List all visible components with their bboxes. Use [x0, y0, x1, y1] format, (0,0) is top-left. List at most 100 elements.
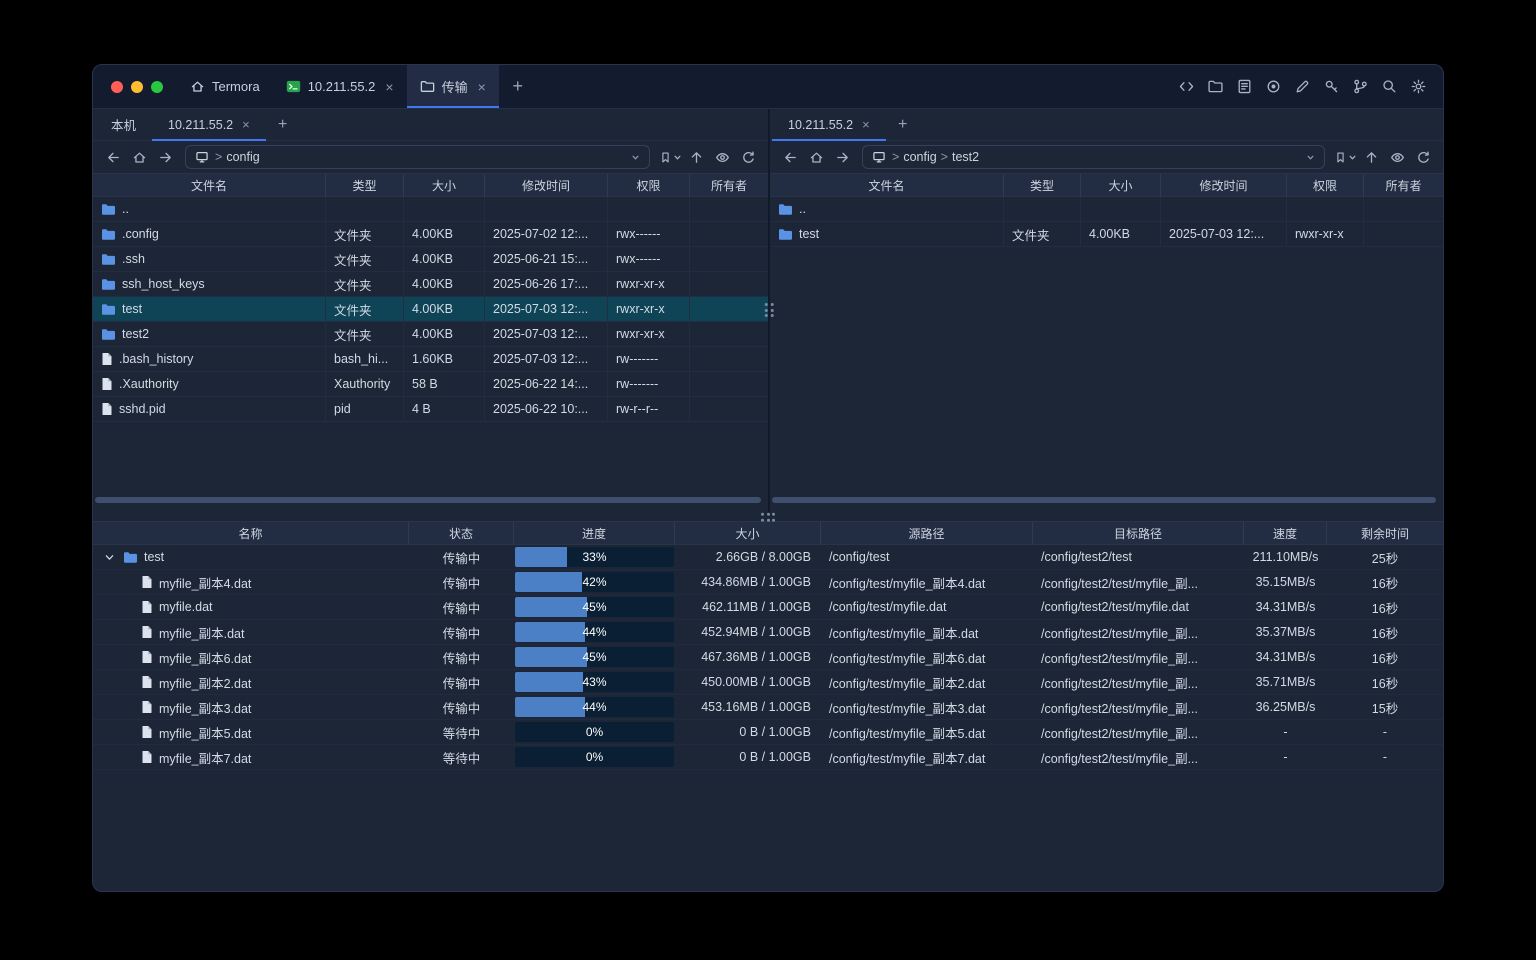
column-header[interactable]: 修改时间 [1161, 174, 1287, 196]
minimize-window-button[interactable] [131, 81, 143, 93]
chevron-down-icon[interactable] [101, 552, 117, 563]
file-row-test2[interactable]: test2文件夹4.00KB2025-07-03 12:...rwxr-xr-x [93, 322, 768, 347]
folder-icon[interactable] [1202, 74, 1228, 100]
column-header[interactable]: 文件名 [770, 174, 1004, 196]
file-row-..[interactable]: .. [770, 197, 1443, 222]
column-header[interactable]: 速度 [1244, 522, 1327, 544]
file-row-.ssh[interactable]: .ssh文件夹4.00KB2025-06-21 15:...rwx------ [93, 247, 768, 272]
close-icon[interactable]: × [385, 80, 393, 94]
file-type: 文件夹 [326, 247, 404, 271]
forward-button[interactable] [830, 145, 854, 169]
file-row-.Xauthority[interactable]: .XauthorityXauthority58 B2025-06-22 14:.… [93, 372, 768, 397]
branch-icon[interactable] [1347, 74, 1373, 100]
tab-termora[interactable]: Termora [177, 65, 273, 108]
breadcrumb-item[interactable]: config [226, 150, 259, 164]
column-header[interactable]: 大小 [1081, 174, 1161, 196]
panel-tab-本机[interactable]: 本机 [95, 109, 152, 140]
transfer-row-myfile.dat[interactable]: myfile.dat传输中45%462.11MB / 1.00GB/config… [93, 595, 1443, 620]
column-header[interactable]: 源路径 [821, 522, 1033, 544]
column-header[interactable]: 进度 [514, 522, 675, 544]
column-header[interactable]: 所有者 [690, 174, 768, 196]
up-directory-button[interactable] [684, 145, 708, 169]
file-type: Xauthority [326, 372, 404, 396]
home-button[interactable] [804, 145, 828, 169]
file-row-sshd.pid[interactable]: sshd.pidpid4 B2025-06-22 10:...rw-r--r-- [93, 397, 768, 422]
path-bar[interactable]: >config [185, 145, 650, 169]
chevron-down-icon[interactable] [631, 153, 640, 162]
progress-label: 44% [515, 622, 674, 642]
up-directory-button[interactable] [1359, 145, 1383, 169]
bookmark-button[interactable] [658, 145, 682, 169]
file-row-test[interactable]: test文件夹4.00KB2025-07-03 12:...rwxr-xr-x [93, 297, 768, 322]
column-header[interactable]: 文件名 [93, 174, 326, 196]
transfers-splitter[interactable] [93, 513, 1443, 521]
file-row-.config[interactable]: .config文件夹4.00KB2025-07-02 12:...rwx----… [93, 222, 768, 247]
zoom-window-button[interactable] [151, 81, 163, 93]
panel-tab-10.211.55.2[interactable]: 10.211.55.2× [772, 109, 886, 140]
close-icon[interactable]: × [862, 118, 870, 131]
breadcrumb-item[interactable]: config [903, 150, 936, 164]
transfer-row-myfile_副本3.dat[interactable]: myfile_副本3.dat传输中44%453.16MB / 1.00GB/co… [93, 695, 1443, 720]
file-row-..[interactable]: .. [93, 197, 768, 222]
panel-tab-10.211.55.2[interactable]: 10.211.55.2× [152, 109, 266, 140]
close-window-button[interactable] [111, 81, 123, 93]
transfer-name: myfile_副本6.dat [159, 648, 251, 667]
file-row-ssh_host_keys[interactable]: ssh_host_keys文件夹4.00KB2025-06-26 17:...r… [93, 272, 768, 297]
transfers-table: test传输中33%2.66GB / 8.00GB/config/test/co… [93, 545, 1443, 770]
column-header[interactable]: 剩余时间 [1327, 522, 1443, 544]
home-button[interactable] [127, 145, 151, 169]
record-icon[interactable] [1260, 74, 1286, 100]
column-header[interactable]: 目标路径 [1033, 522, 1244, 544]
transfer-row-myfile_副本4.dat[interactable]: myfile_副本4.dat传输中42%434.86MB / 1.00GB/co… [93, 570, 1443, 595]
refresh-button[interactable] [1411, 145, 1435, 169]
column-header[interactable]: 类型 [1004, 174, 1081, 196]
transfer-row-myfile_副本.dat[interactable]: myfile_副本.dat传输中44%452.94MB / 1.00GB/con… [93, 620, 1443, 645]
transfer-row-myfile_副本6.dat[interactable]: myfile_副本6.dat传输中45%467.36MB / 1.00GB/co… [93, 645, 1443, 670]
tab-host-10-211-55-2[interactable]: 10.211.55.2 × [273, 65, 407, 108]
show-hidden-button[interactable] [710, 145, 734, 169]
transfer-row-myfile_副本7.dat[interactable]: myfile_副本7.dat等待中0%0 B / 1.00GB/config/t… [93, 745, 1443, 770]
refresh-button[interactable] [736, 145, 760, 169]
column-header[interactable]: 类型 [326, 174, 404, 196]
column-header[interactable]: 名称 [93, 522, 409, 544]
file-owner [690, 222, 768, 246]
file-row-test[interactable]: test文件夹4.00KB2025-07-03 12:...rwxr-xr-x [770, 222, 1443, 247]
file-icon [141, 725, 153, 739]
column-header[interactable]: 大小 [675, 522, 821, 544]
transfer-row-myfile_副本2.dat[interactable]: myfile_副本2.dat传输中43%450.00MB / 1.00GB/co… [93, 670, 1443, 695]
tab-transfer[interactable]: 传输 × [407, 65, 499, 108]
column-header[interactable]: 权限 [608, 174, 690, 196]
log-icon[interactable] [1231, 74, 1257, 100]
show-hidden-button[interactable] [1385, 145, 1409, 169]
column-header[interactable]: 所有者 [1364, 174, 1443, 196]
transfer-row-myfile_副本5.dat[interactable]: myfile_副本5.dat等待中0%0 B / 1.00GB/config/t… [93, 720, 1443, 745]
file-type: 文件夹 [326, 222, 404, 246]
file-icon [141, 625, 153, 639]
new-panel-tab-button[interactable]: + [886, 109, 920, 140]
close-icon[interactable]: × [478, 80, 486, 94]
transfer-row-test[interactable]: test传输中33%2.66GB / 8.00GB/config/test/co… [93, 545, 1443, 570]
column-header[interactable]: 修改时间 [485, 174, 608, 196]
new-tab-button[interactable]: + [499, 65, 537, 108]
bookmark-button[interactable] [1333, 145, 1357, 169]
file-row-.bash_history[interactable]: .bash_historybash_hi...1.60KB2025-07-03 … [93, 347, 768, 372]
back-button[interactable] [101, 145, 125, 169]
code-icon[interactable] [1173, 74, 1199, 100]
horizontal-scrollbar[interactable] [95, 497, 761, 503]
close-icon[interactable]: × [242, 118, 250, 131]
new-panel-tab-button[interactable]: + [266, 109, 300, 140]
breadcrumb-item[interactable]: test2 [952, 150, 979, 164]
forward-button[interactable] [153, 145, 177, 169]
edit-icon[interactable] [1289, 74, 1315, 100]
column-header[interactable]: 状态 [409, 522, 514, 544]
horizontal-scrollbar[interactable] [772, 497, 1436, 503]
column-header[interactable]: 大小 [404, 174, 485, 196]
search-icon[interactable] [1376, 74, 1402, 100]
back-button[interactable] [778, 145, 802, 169]
settings-icon[interactable] [1405, 74, 1431, 100]
column-header[interactable]: 权限 [1287, 174, 1364, 196]
key-icon[interactable] [1318, 74, 1344, 100]
path-bar[interactable]: >config>test2 [862, 145, 1325, 169]
chevron-down-icon[interactable] [1306, 153, 1315, 162]
transfer-speed: 36.25MB/s [1244, 695, 1327, 719]
